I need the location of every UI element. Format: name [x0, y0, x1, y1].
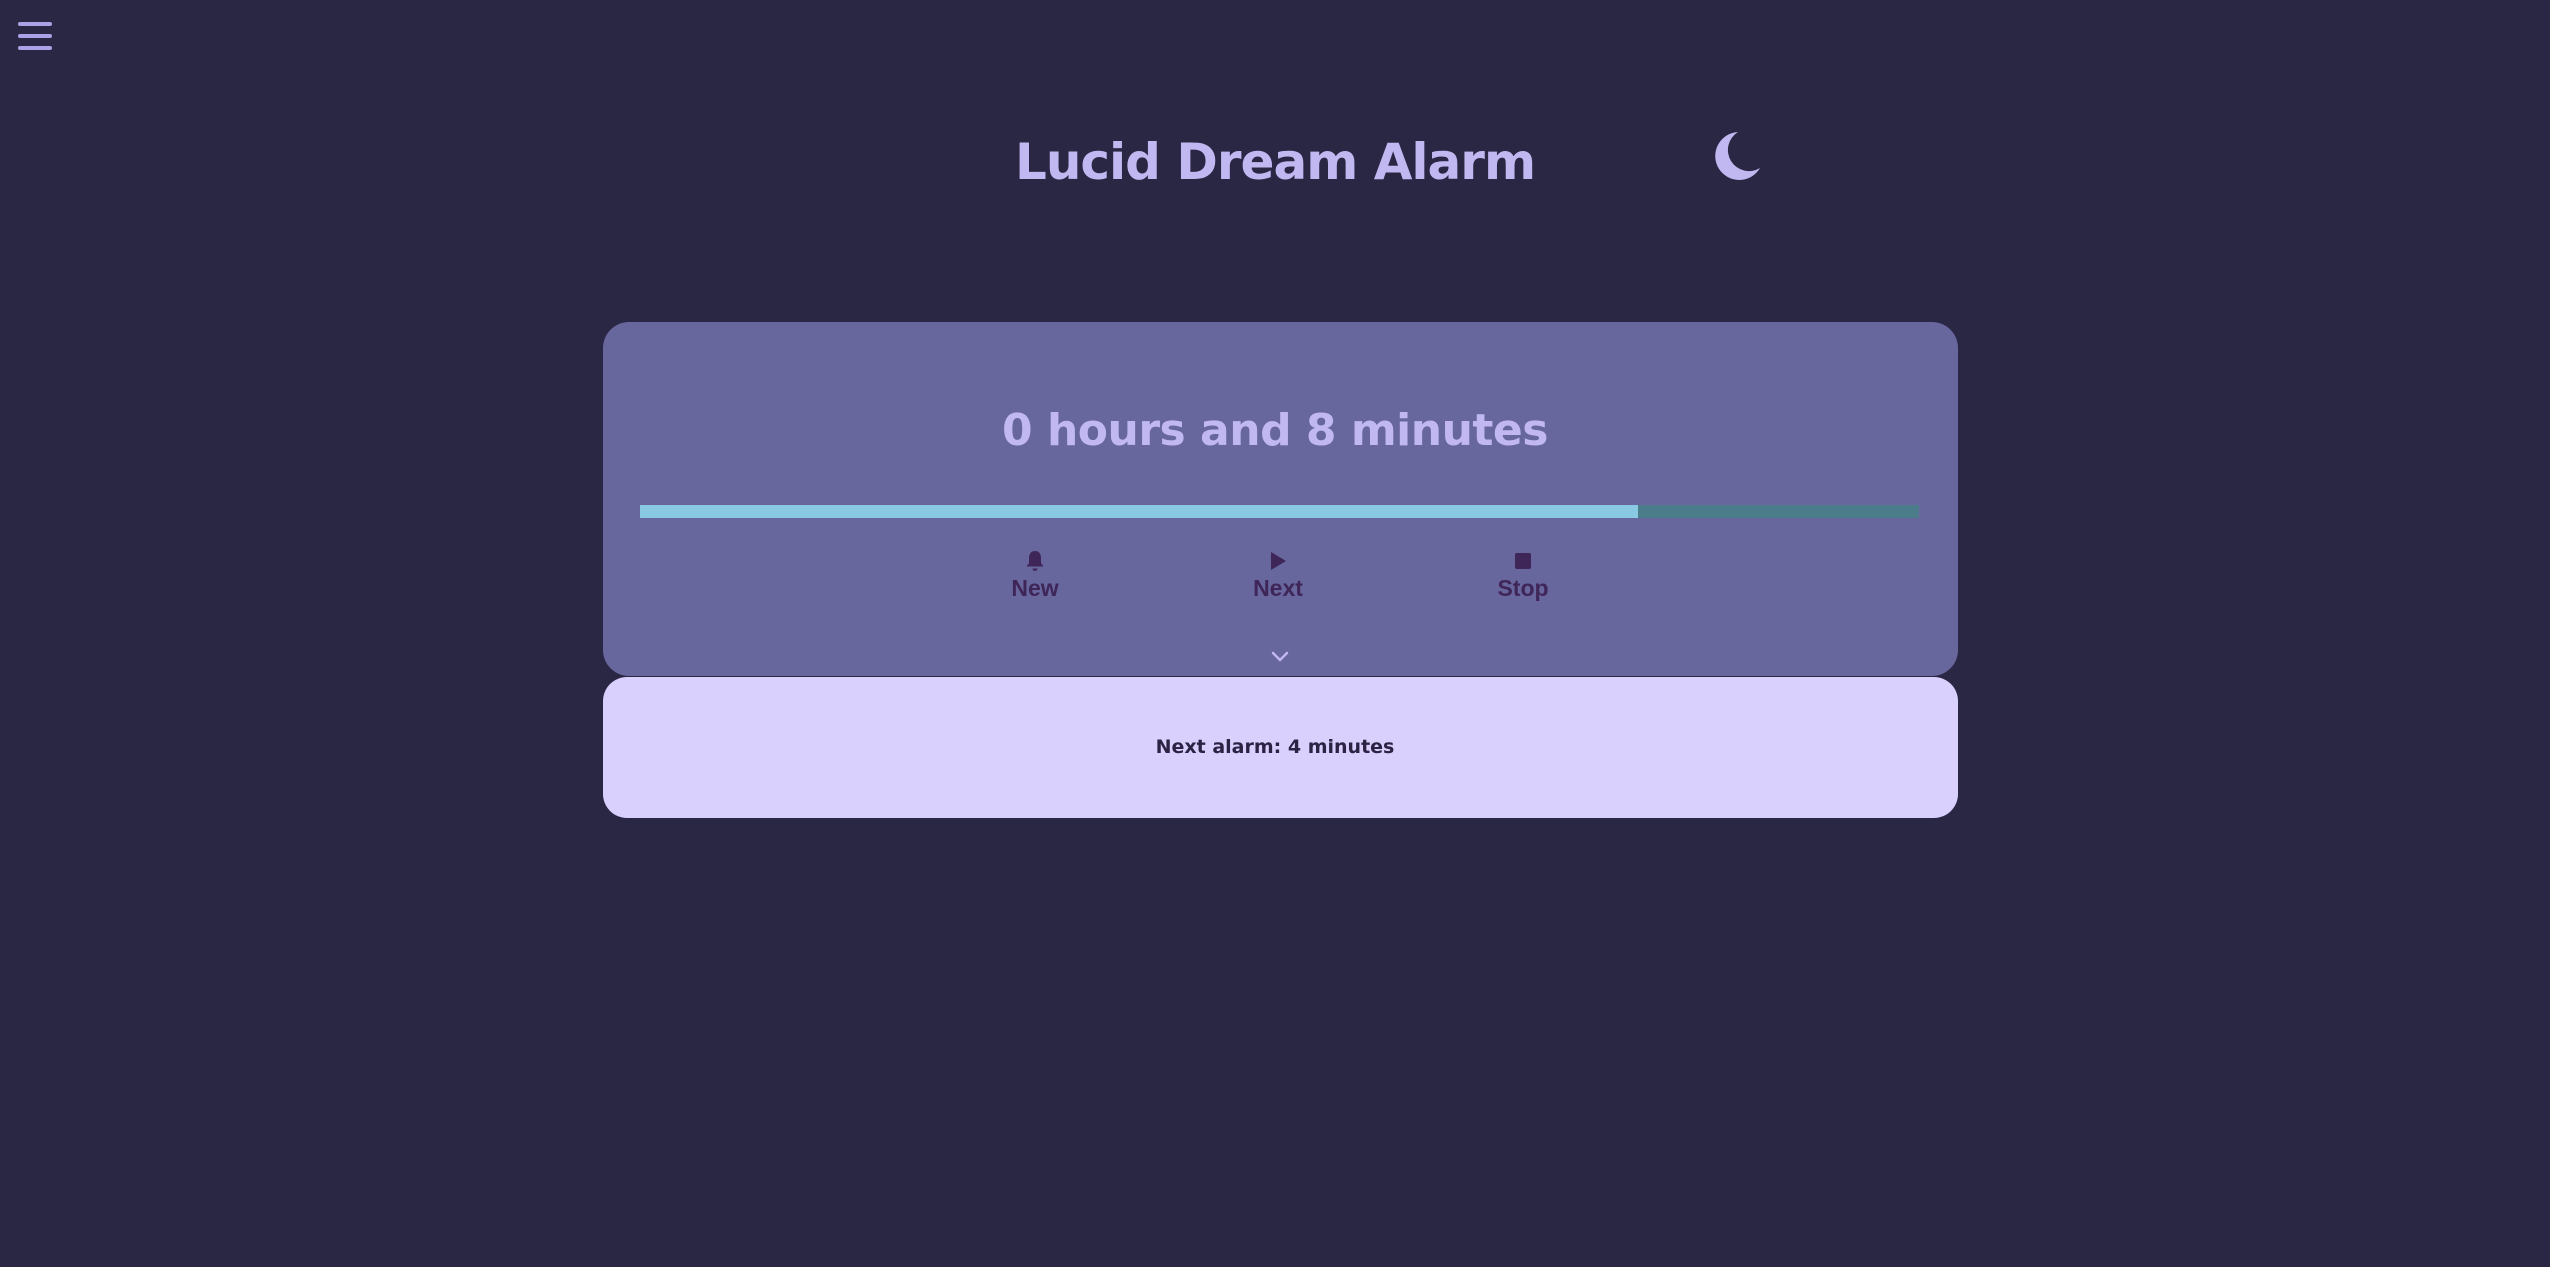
- timer-card: [603, 322, 1958, 676]
- time-remaining-display: 0 hours and 8 minutes: [1002, 405, 1548, 456]
- stop-button-label: Stop: [1497, 575, 1549, 601]
- next-alarm-text: Next alarm: 4 minutes: [1155, 736, 1395, 758]
- new-button-label: New: [1011, 575, 1059, 601]
- menu-button[interactable]: [18, 20, 52, 52]
- new-alarm-button[interactable]: New: [970, 545, 1100, 607]
- stop-alarm-button[interactable]: Stop: [1458, 545, 1588, 607]
- next-button-label: Next: [1253, 575, 1303, 601]
- page-title: Lucid Dream Alarm: [1014, 133, 1536, 191]
- progress-bar-fill: [640, 505, 1638, 518]
- chevron-down-icon: [1271, 651, 1289, 662]
- next-alarm-button[interactable]: Next: [1213, 545, 1343, 607]
- play-icon: [1271, 552, 1286, 570]
- progress-bar: [640, 505, 1919, 518]
- crescent-moon-icon: [1715, 132, 1760, 180]
- bell-icon: [1026, 551, 1044, 571]
- hamburger-menu-icon: [18, 22, 52, 50]
- theme-toggle-button[interactable]: [1708, 128, 1764, 184]
- expand-settings-toggle[interactable]: [1262, 645, 1298, 669]
- stop-icon: [1515, 553, 1531, 569]
